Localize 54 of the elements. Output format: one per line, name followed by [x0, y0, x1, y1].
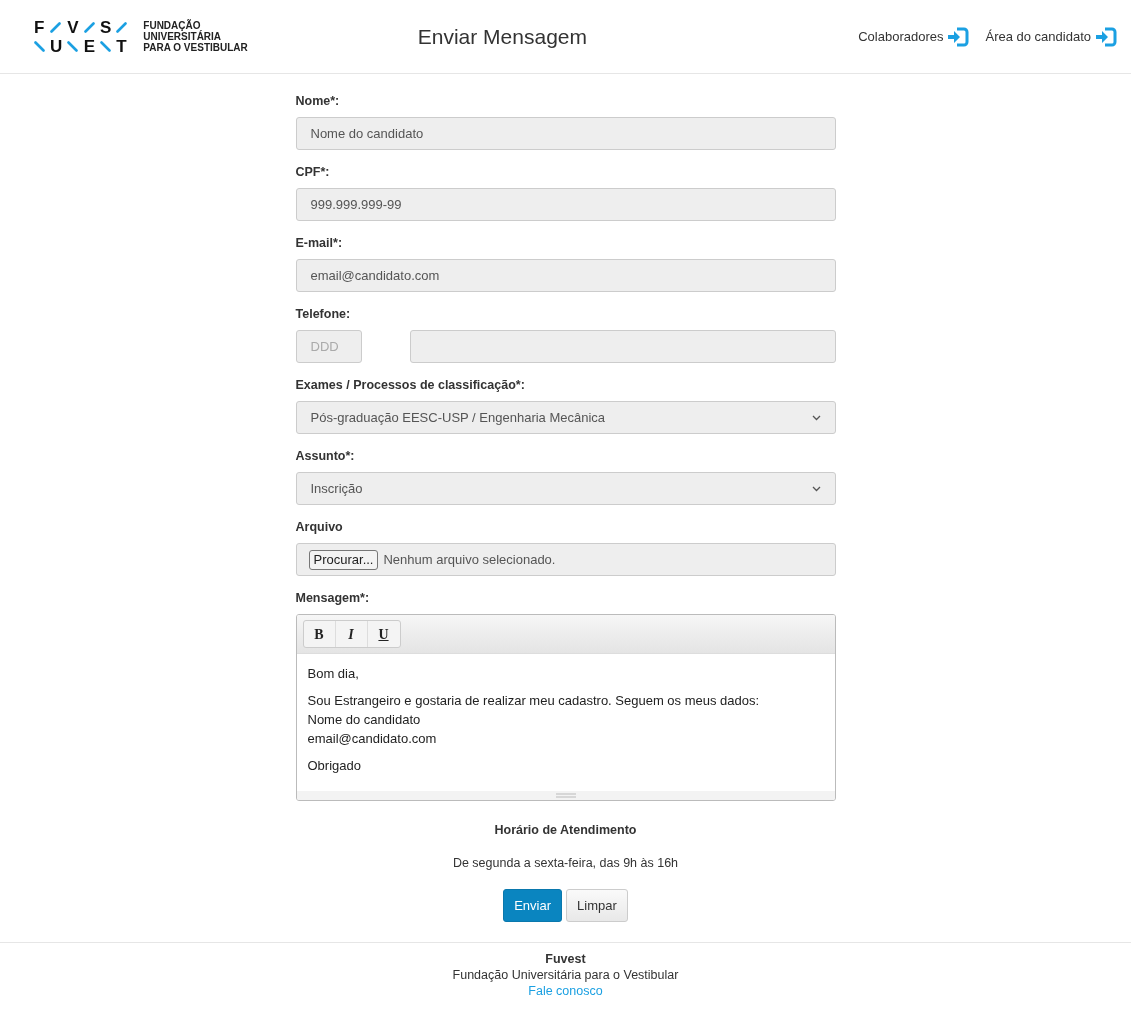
slash-mark	[34, 40, 45, 52]
format-button[interactable]: I	[335, 621, 368, 647]
logo-text: PARA O VESTIBULAR	[143, 42, 248, 53]
enter-icon	[1095, 26, 1117, 47]
logo-letter: S	[99, 17, 112, 37]
area-code-field[interactable]: DDD	[295, 330, 362, 363]
message-paragraph: Bom dia,	[307, 665, 360, 683]
field-label: Exames / Processos de classificação*:	[295, 377, 526, 394]
phone-field[interactable]	[409, 330, 836, 363]
header-link[interactable]: Colaboradores	[858, 26, 970, 47]
logo-letter: U	[50, 36, 63, 56]
input-field[interactable]: Nome do candidato	[295, 117, 836, 150]
enter-icon	[947, 26, 970, 47]
field-label: Nome*:	[295, 93, 341, 110]
input-field[interactable]: 999.999.999-99	[295, 188, 836, 221]
header-link[interactable]: Área do candidato	[985, 26, 1117, 47]
field-label: Assunto*:	[295, 448, 356, 465]
format-button[interactable]: U	[367, 621, 400, 647]
file-status: Nenhum arquivo selecionado.	[383, 550, 556, 569]
page-title: Enviar Mensagem	[417, 23, 587, 50]
logo-letter: E	[83, 36, 95, 56]
select-field[interactable]: Inscrição	[295, 472, 836, 505]
slash-mark	[67, 40, 79, 52]
logo-letter: V	[67, 17, 79, 37]
slash-mark	[99, 40, 112, 52]
logo-text: UNIVERSITÁRIA	[143, 31, 223, 42]
clear-button[interactable]: Limpar	[566, 888, 628, 922]
submit-button[interactable]: Enviar	[503, 888, 563, 922]
logo-letter: T	[116, 36, 128, 56]
format-button[interactable]: B	[303, 621, 336, 647]
chevron-icon	[811, 414, 821, 421]
browse-button[interactable]: Procurar...	[308, 549, 379, 570]
field-label: CPF*:	[295, 164, 331, 181]
field-label: E-mail*:	[295, 235, 344, 252]
field-label: Arquivo	[295, 519, 344, 536]
input-field[interactable]: email@candidato.com	[295, 259, 836, 292]
logo-letter: F	[34, 17, 45, 37]
message-editor[interactable]: Bom dia, Sou Estrangeiro e gostaria de realizar meu cadastro. Seguem os meus dados: Nome do candidato email@candidato.com Obrigado	[296, 654, 835, 791]
logo-text: FUNDAÇÃO	[143, 20, 201, 31]
slash-mark	[83, 21, 95, 33]
footer-title: Fuvest	[544, 951, 587, 967]
message-paragraph: Sou Estrangeiro e gostaria de realizar meu cadastro. Seguem os meus dados: Nome do candidato email@candidato.com	[307, 692, 761, 748]
chevron-icon	[811, 485, 821, 492]
field-label: Mensagem*:	[295, 590, 371, 607]
slash-mark	[116, 21, 128, 33]
footer-subtitle: Fundação Universitária para o Vestibular	[451, 967, 680, 983]
select-field[interactable]: Pós-graduação EESC-USP / Engenharia Mecânica	[295, 401, 836, 434]
slash-mark	[50, 21, 63, 33]
hours-text: De segunda a sexta-feira, das 9h às 16h	[451, 854, 680, 872]
field-label: Telefone:	[295, 306, 352, 323]
message-paragraph: Obrigado	[307, 757, 362, 775]
hours-title: Horário de Atendimento	[493, 822, 638, 839]
file-field[interactable]: Procurar... Nenhum arquivo selecionado.	[295, 543, 836, 576]
resize-grip-icon[interactable]	[555, 793, 576, 798]
